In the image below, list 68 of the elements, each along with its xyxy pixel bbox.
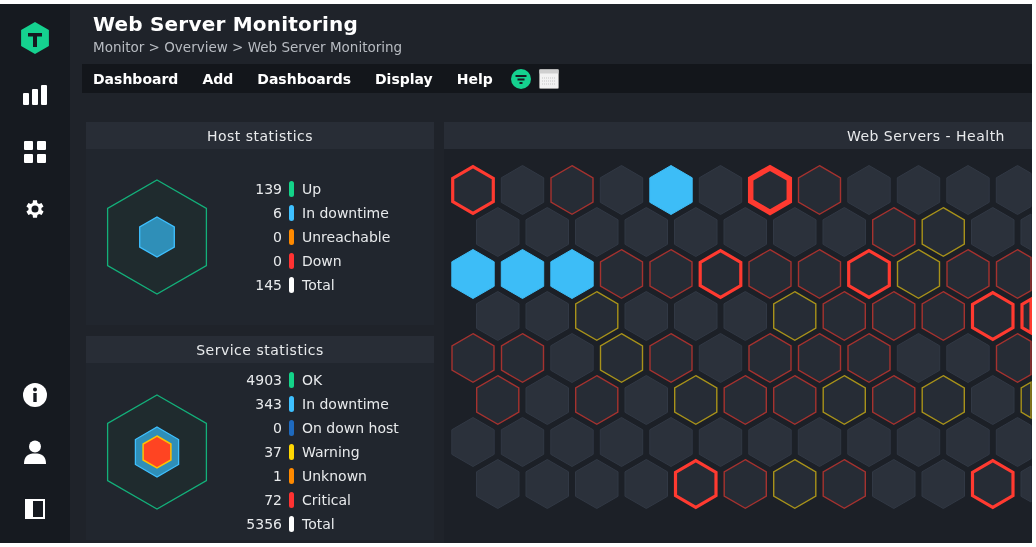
status-count[interactable]: 6 xyxy=(236,203,282,223)
host-hexagon[interactable] xyxy=(847,248,891,300)
host-hexagon[interactable] xyxy=(723,207,767,257)
panel-title: Host statistics xyxy=(86,122,434,149)
host-hexagon[interactable] xyxy=(970,290,1015,342)
host-hexagon[interactable] xyxy=(995,332,1032,384)
status-label[interactable]: In downtime xyxy=(302,203,391,223)
status-label[interactable]: Up xyxy=(302,179,391,199)
host-hexagon[interactable] xyxy=(747,164,793,216)
host-hexagon[interactable] xyxy=(550,249,594,299)
page-title: Web Server Monitoring xyxy=(93,12,359,36)
status-count[interactable]: 145 xyxy=(236,275,282,295)
status-count[interactable]: 0 xyxy=(236,251,282,271)
status-count[interactable]: 0 xyxy=(236,417,282,438)
host-hexagon[interactable] xyxy=(896,248,941,300)
host-hexagon[interactable] xyxy=(1020,381,1032,419)
status-label[interactable]: Critical xyxy=(302,489,399,510)
status-label[interactable]: Total xyxy=(302,513,399,534)
status-label[interactable]: Unknown xyxy=(302,465,399,486)
status-count[interactable]: 4903 xyxy=(236,369,282,390)
status-count[interactable]: 72 xyxy=(236,489,282,510)
status-label[interactable]: Unreachable xyxy=(302,227,391,247)
window-icon[interactable] xyxy=(538,68,559,89)
breadcrumb: Monitor > Overview > Web Server Monitoring xyxy=(93,39,404,55)
menu-item[interactable]: Display xyxy=(375,68,433,89)
host-hexagon[interactable] xyxy=(476,291,520,341)
host-hexagon[interactable] xyxy=(476,207,520,257)
status-count[interactable]: 37 xyxy=(236,441,282,462)
host-hexagon[interactable] xyxy=(525,291,569,341)
host-hexagon[interactable] xyxy=(946,248,990,300)
status-label[interactable]: In downtime xyxy=(302,393,399,414)
host-hexagon[interactable] xyxy=(698,248,743,300)
status-count[interactable]: 1 xyxy=(236,465,282,486)
host-hexagon[interactable] xyxy=(575,290,619,342)
filter-icon[interactable] xyxy=(510,68,531,89)
host-hexagon[interactable] xyxy=(500,249,545,299)
host-hexagon[interactable] xyxy=(649,165,693,215)
host-hexagon[interactable] xyxy=(674,207,718,257)
status-count[interactable]: 343 xyxy=(236,393,282,414)
status-count[interactable]: 139 xyxy=(236,179,282,199)
host-hexagon[interactable] xyxy=(921,206,965,258)
host-hexagon[interactable] xyxy=(822,374,866,426)
host-hexagon[interactable] xyxy=(872,206,916,258)
host-hexagon[interactable] xyxy=(921,374,965,426)
status-label[interactable]: OK xyxy=(302,369,399,390)
host-hexagon[interactable] xyxy=(673,458,718,510)
status-label[interactable]: Warning xyxy=(302,441,399,462)
host-hexagon[interactable] xyxy=(451,249,495,299)
host-hexagon[interactable] xyxy=(1020,296,1032,336)
menu-item[interactable]: Help xyxy=(456,68,493,89)
status-label[interactable]: On down host xyxy=(302,417,399,438)
host-hexagon[interactable] xyxy=(674,374,718,426)
host-hexagon[interactable] xyxy=(451,164,495,216)
host-hexagon[interactable] xyxy=(773,458,817,510)
host-hexagon[interactable] xyxy=(995,248,1032,300)
status-count[interactable]: 0 xyxy=(236,227,282,247)
menu-item[interactable]: Dashboards xyxy=(257,68,351,89)
status-label[interactable]: Down xyxy=(302,251,391,271)
status-label[interactable]: Total xyxy=(302,275,391,295)
host-hexagon[interactable] xyxy=(599,332,644,384)
host-hexagon[interactable] xyxy=(970,458,1015,510)
menu-item[interactable]: Dashboard xyxy=(93,68,179,89)
host-hexagon[interactable] xyxy=(773,290,817,342)
host-hexagon[interactable] xyxy=(525,207,569,257)
menu-item[interactable]: Add xyxy=(202,68,234,89)
panel-title: Web Servers - Health xyxy=(444,122,1032,149)
panel-title: Service statistics xyxy=(86,336,434,363)
status-count[interactable]: 5356 xyxy=(236,513,282,534)
